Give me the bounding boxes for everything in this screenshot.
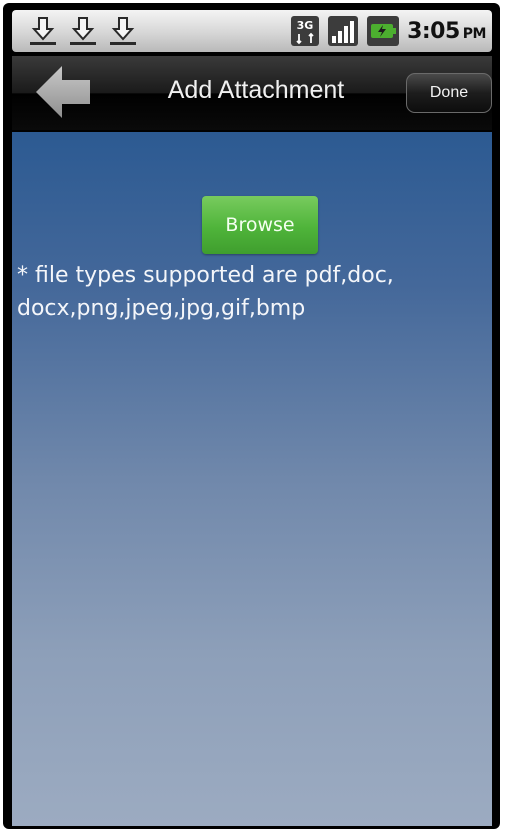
device-frame: 3G 3:05 PM Add Attachment Done Browse * … xyxy=(3,3,500,829)
battery-icon xyxy=(367,16,400,46)
clock-ampm: PM xyxy=(462,25,487,42)
done-button[interactable]: Done xyxy=(406,73,492,113)
supported-file-types-note: * file types supported are pdf,doc, docx… xyxy=(17,263,394,321)
download-icon xyxy=(30,17,56,45)
network-type-label: 3G xyxy=(297,19,314,32)
3g-icon: 3G xyxy=(291,16,320,46)
browse-button[interactable]: Browse xyxy=(202,196,318,254)
title-bar: Add Attachment Done xyxy=(12,56,492,130)
main-content: Browse * file types supported are pdf,do… xyxy=(12,132,492,826)
status-clock: 3:05 PM xyxy=(407,19,486,44)
status-bar: 3G 3:05 PM xyxy=(12,10,492,52)
download-icon xyxy=(110,17,136,45)
clock-time: 3:05 xyxy=(407,18,460,44)
status-indicators: 3G 3:05 PM xyxy=(290,10,487,52)
signal-icon xyxy=(328,16,359,46)
download-icon xyxy=(70,17,96,45)
